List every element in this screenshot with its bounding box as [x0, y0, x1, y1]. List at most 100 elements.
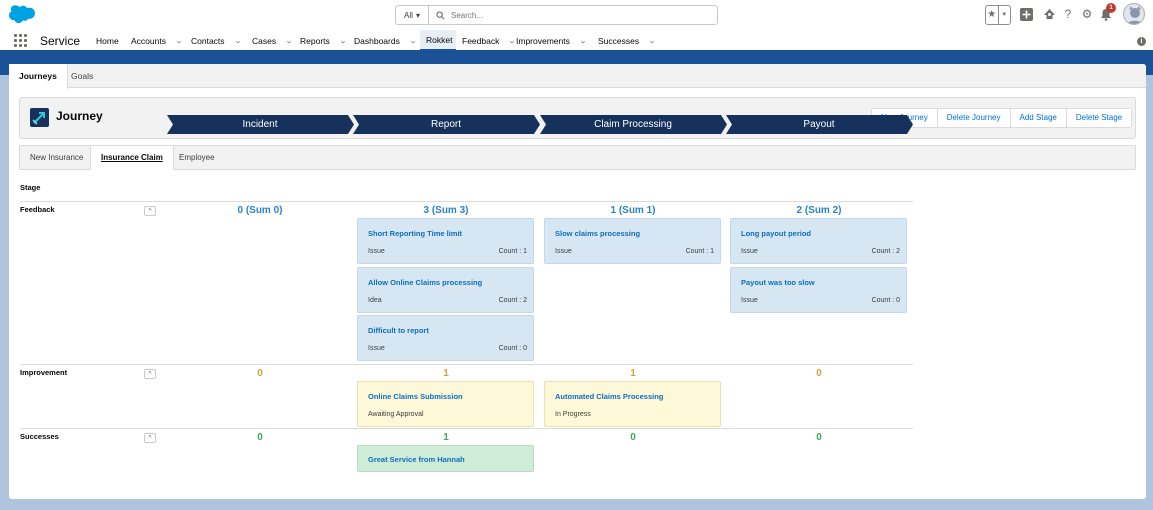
journey-card[interactable]: Short Reporting Time limit Issue Count : 1	[357, 218, 534, 264]
stage-sum: 1	[443, 432, 449, 443]
delete-journey-button[interactable]: Delete Journey	[936, 109, 1010, 127]
journey-card[interactable]: Long payout period Issue Count : 2	[730, 218, 907, 264]
card-subtitle: Issue	[741, 248, 758, 255]
tab-journeys[interactable]: Journeys	[9, 64, 68, 89]
stage-sum: 0	[257, 368, 263, 379]
favorites-button[interactable]: ★ ▼	[985, 5, 1011, 25]
stage-sum: 0	[630, 432, 636, 443]
nav-item-contacts[interactable]: Contacts ⌄	[185, 30, 246, 51]
help-icon[interactable]: ?	[1061, 7, 1075, 21]
chevron-down-icon[interactable]: ▼	[997, 6, 1011, 24]
nav-item-label: Rokket	[426, 34, 453, 45]
tab-insurance-claim[interactable]: Insurance Claim	[90, 146, 174, 170]
card-subtitle: Issue	[555, 248, 572, 255]
delete-stage-button[interactable]: Delete Stage	[1065, 109, 1132, 127]
tab-insurance-claim-label: Insurance Claim	[101, 153, 163, 162]
global-header: All ▾ ★ ▼ ? ⚙ 1	[0, 0, 1153, 30]
collapse-icon[interactable]: ^	[144, 369, 156, 379]
row-separator	[20, 201, 913, 202]
card-title-link[interactable]: Short Reporting Time limit	[368, 229, 462, 238]
card-title-link[interactable]: Automated Claims Processing	[555, 392, 663, 401]
nav-item-dashboards[interactable]: Dashboards ⌄	[348, 30, 420, 51]
nav-item-home[interactable]: Home	[90, 30, 125, 51]
chevron-down-icon[interactable]: ⌄	[175, 37, 183, 45]
nav-item-cases[interactable]: Cases ⌄	[246, 30, 294, 51]
app-navigation-bar: Service Home Accounts ⌄ Contacts ⌄ Cases ⌄ Repo…	[0, 30, 1153, 53]
card-title-link[interactable]: Slow claims processing	[555, 229, 640, 238]
nav-item-reports[interactable]: Reports ⌄	[294, 30, 348, 51]
page-tabs: Journeys Goals	[9, 64, 1146, 89]
stage-label: Claim Processing	[594, 119, 672, 130]
global-search: All ▾	[395, 5, 718, 25]
journey-card[interactable]: Difficult to report Issue Count : 0	[357, 315, 534, 361]
search-scope-label: All	[404, 10, 413, 20]
add-stage-button[interactable]: Add Stage	[1009, 109, 1066, 127]
stage-label: Report	[430, 119, 461, 130]
app-launcher-icon[interactable]	[14, 34, 27, 47]
card-title-link[interactable]: Online Claims Submission	[368, 392, 463, 401]
journey-tabs: New Insurance Insurance Claim Employee	[19, 145, 1136, 170]
search-input[interactable]	[451, 10, 691, 20]
card-count: Count : 1	[685, 248, 714, 255]
row-label-improvement: Improvement	[20, 368, 68, 377]
row-separator	[20, 364, 913, 365]
card-subtitle: In Progress	[555, 411, 591, 418]
card-subtitle: Issue	[741, 296, 758, 304]
journey-card[interactable]: Online Claims Submission Awaiting Approva…	[357, 381, 534, 427]
search-scope-dropdown[interactable]: All ▾	[396, 6, 429, 24]
notification-badge: 1	[1106, 3, 1116, 13]
stage-sum: 3 (Sum 3)	[423, 205, 469, 216]
chevron-down-icon[interactable]: ⌄	[579, 37, 587, 45]
row-label-successes: Successes	[20, 432, 59, 441]
tab-new-insurance[interactable]: New Insurance	[20, 146, 93, 169]
card-count: Count : 0	[498, 345, 527, 352]
tab-goals[interactable]: Goals	[61, 64, 103, 88]
gear-icon[interactable]: ⚙	[1080, 7, 1094, 21]
nav-item-feedback[interactable]: Feedback ⌄	[456, 30, 516, 51]
card-subtitle: Issue	[368, 345, 385, 352]
stage-sum: 0	[816, 368, 822, 379]
journey-card[interactable]: Payout was too slow Issue Count : 0	[730, 266, 907, 313]
nav-item-successes[interactable]: Successes ⌄	[592, 30, 656, 51]
card-subtitle: Awaiting Approval	[368, 411, 424, 418]
chevron-down-icon[interactable]: ⌄	[508, 37, 516, 45]
nav-item-label: Accounts	[131, 35, 166, 46]
global-add-icon[interactable]	[1019, 7, 1033, 21]
salesforce-logo-icon[interactable]	[9, 5, 35, 23]
row-separator	[20, 428, 913, 429]
collapse-icon[interactable]: ^	[144, 433, 156, 443]
journey-card[interactable]: Great Service from Hannah	[357, 445, 534, 472]
trailhead-icon[interactable]	[1042, 7, 1056, 21]
stage-sum: 0 (Sum 0)	[237, 205, 283, 216]
card-title-link[interactable]: Long payout period	[741, 229, 811, 238]
card-count: Count : 0	[871, 296, 900, 304]
star-icon[interactable]: ★	[986, 6, 998, 24]
nav-item-accounts[interactable]: Accounts ⌄	[125, 30, 185, 51]
search-icon	[429, 10, 451, 20]
avatar[interactable]	[1123, 3, 1145, 25]
nav-item-improvements[interactable]: Improvements ⌄	[510, 30, 592, 51]
nav-item-label: Home	[96, 35, 119, 46]
nav-item-rokket[interactable]: Rokket	[420, 30, 456, 51]
chevron-down-icon[interactable]: ⌄	[233, 37, 241, 45]
info-icon[interactable]: i	[1137, 37, 1146, 46]
chevron-down-icon[interactable]: ⌄	[409, 37, 417, 45]
journey-card[interactable]: Slow claims processing Issue Count : 1	[544, 218, 721, 264]
nav-item-label: Improvements	[516, 35, 570, 46]
collapse-icon[interactable]: ^	[144, 206, 156, 216]
stage-sum: 0	[816, 432, 822, 443]
card-subtitle: Idea	[368, 296, 382, 304]
chevron-down-icon[interactable]: ⌄	[339, 37, 347, 45]
journey-card[interactable]: Allow Online Claims processing Idea Count …	[357, 266, 534, 313]
journey-card[interactable]: Automated Claims Processing In Progress	[544, 381, 721, 427]
chevron-down-icon[interactable]: ⌄	[285, 37, 293, 45]
card-title-link[interactable]: Difficult to report	[368, 326, 429, 335]
card-title-link[interactable]: Great Service from Hannah	[368, 455, 465, 464]
chevron-down-icon[interactable]: ⌄	[648, 37, 656, 45]
card-title-link[interactable]: Payout was too slow	[741, 278, 815, 287]
tab-employee[interactable]: Employee	[169, 146, 225, 169]
card-title-link[interactable]: Allow Online Claims processing	[368, 278, 482, 287]
stage-row-label: Stage	[20, 183, 41, 192]
nav-item-label: Contacts	[191, 35, 225, 46]
stage-sum: 0	[257, 432, 263, 443]
